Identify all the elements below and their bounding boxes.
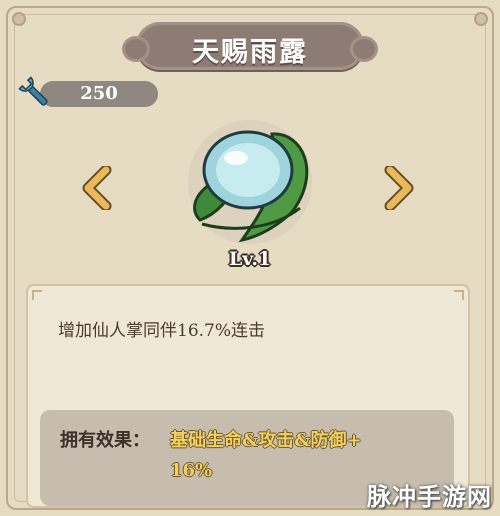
previous-arrow-icon[interactable] [80, 166, 116, 210]
box-corner [454, 290, 464, 300]
watermark: 脉冲手游网 [367, 483, 492, 511]
corner-ornament [12, 12, 26, 26]
item-detail-panel: 天赐雨露 250 Lv.1 增加仙人掌同伴16.7%连击 拥有效果： 基础生命&… [0, 0, 500, 516]
currency-counter: 250 [40, 81, 158, 107]
item-description: 增加仙人掌同伴16.7%连击 [58, 321, 266, 341]
dewdrop-leaf-icon [188, 120, 312, 244]
effect-label: 拥有效果： [60, 430, 150, 451]
wrench-icon [18, 76, 48, 106]
page-title: 天赐雨露 [192, 37, 308, 68]
title-banner: 天赐雨露 [122, 22, 378, 70]
effect-value-line1: 基础生命&攻击&防御+ [170, 430, 362, 451]
item-level: Lv.1 [228, 248, 272, 270]
box-corner [32, 290, 42, 300]
currency-value: 250 [80, 83, 118, 104]
corner-ornament [474, 12, 488, 26]
next-arrow-icon[interactable] [380, 166, 416, 210]
